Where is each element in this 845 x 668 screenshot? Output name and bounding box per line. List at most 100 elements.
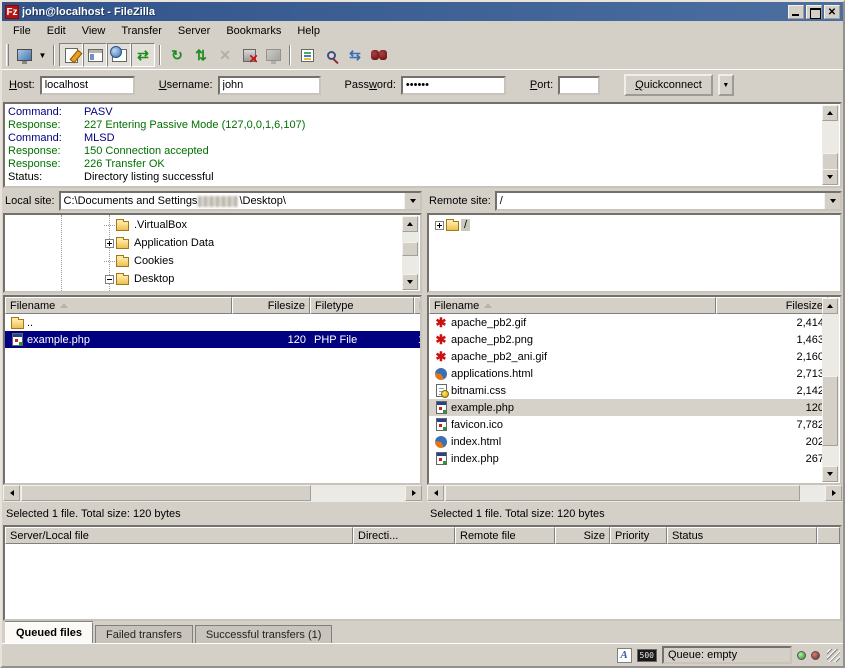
resize-grip[interactable] (827, 649, 840, 662)
quickconnect-button[interactable]: Quickconnect (624, 74, 713, 96)
port-field[interactable] (558, 76, 600, 95)
log-scrollbar[interactable] (822, 105, 839, 185)
column-header-Filetype[interactable]: Filetype (310, 297, 414, 314)
menu-bookmarks[interactable]: Bookmarks (218, 23, 289, 39)
chevron-down-icon[interactable] (824, 192, 841, 210)
column-header-Directi...[interactable]: Directi... (353, 527, 455, 544)
file-row[interactable]: index.php267 (429, 450, 828, 467)
process-queue-button[interactable]: ⇅ (189, 43, 213, 67)
scroll-thumb[interactable] (445, 485, 800, 501)
file-row[interactable]: example.php120PHP File1 (5, 331, 420, 348)
menu-transfer[interactable]: Transfer (113, 23, 170, 39)
host-field[interactable] (40, 76, 135, 95)
minimize-button[interactable] (788, 5, 804, 19)
reconnect-button[interactable] (261, 43, 285, 67)
local-status-text: Selected 1 file. Total size: 120 bytes (3, 504, 422, 523)
file-row[interactable]: favicon.ico7,782 (429, 416, 828, 433)
column-header-Status[interactable]: Status (667, 527, 817, 544)
scroll-down-icon[interactable] (822, 169, 838, 185)
local-tree-item[interactable]: Cookies (5, 252, 420, 270)
expand-plus-icon[interactable] (435, 221, 444, 230)
refresh-button[interactable]: ↻ (165, 43, 189, 67)
column-header-Filesize[interactable]: Filesize (716, 297, 828, 314)
expand-plus-icon[interactable] (105, 239, 114, 248)
menu-file[interactable]: File (5, 23, 39, 39)
file-row[interactable]: example.php120 (429, 399, 828, 416)
column-header-Filename[interactable]: Filename (429, 297, 716, 314)
menu-edit[interactable]: Edit (39, 23, 74, 39)
remote-list-scrollbar[interactable] (822, 298, 839, 482)
scroll-up-icon[interactable] (822, 298, 838, 314)
toggle-transfer-queue-button[interactable]: ⇄ (131, 43, 155, 67)
toggle-message-log-button[interactable] (59, 43, 83, 67)
local-tree-item[interactable]: Desktop (5, 270, 420, 288)
scroll-thumb[interactable] (21, 485, 311, 501)
column-header-Filename[interactable]: Filename (5, 297, 232, 314)
toggle-local-tree-button[interactable] (83, 43, 107, 67)
local-site-combo[interactable]: C:\Documents and Settings\Desktop\ (59, 191, 422, 211)
quickconnect-dropdown[interactable]: ▼ (718, 74, 734, 96)
log-line-text: 227 Entering Passive Mode (127,0,0,1,6,1… (84, 119, 305, 132)
remote-horizontal-scrollbar[interactable] (427, 485, 842, 502)
column-header-Server/Local file[interactable]: Server/Local file (5, 527, 353, 544)
local-tree-item[interactable]: .VirtualBox (5, 216, 420, 234)
collapse-minus-icon[interactable] (105, 275, 114, 284)
site-manager-dropdown[interactable]: ▼ (36, 44, 49, 66)
password-field[interactable] (401, 76, 506, 95)
file-row[interactable]: apache_pb2.png1,463 (429, 331, 828, 348)
column-header-L[interactable]: L (414, 297, 422, 314)
column-header-Size[interactable]: Size (555, 527, 610, 544)
cancel-operation-button[interactable]: ✕ (213, 43, 237, 67)
file-row[interactable]: .. (5, 314, 420, 331)
close-button[interactable] (824, 5, 840, 19)
speed-limit-icon[interactable]: 500 (637, 649, 657, 662)
redacted-username (198, 196, 238, 207)
site-manager-icon (17, 49, 32, 61)
scroll-right-icon[interactable] (405, 485, 422, 501)
filename-cell: .. (5, 315, 232, 330)
image-file-icon (433, 332, 449, 347)
menu-server[interactable]: Server (170, 23, 218, 39)
file-row[interactable]: index.html202 (429, 433, 828, 450)
tab-failed[interactable]: Failed transfers (95, 625, 193, 643)
file-row[interactable]: applications.html2,713 (429, 365, 828, 382)
tree-item-label: Application Data (131, 237, 217, 249)
remote-site-combo[interactable]: / (495, 191, 842, 211)
column-header-Filesize[interactable]: Filesize (232, 297, 310, 314)
disconnect-button[interactable] (237, 43, 261, 67)
tab-queued[interactable]: Queued files (5, 622, 93, 643)
folder-icon (446, 221, 459, 231)
scroll-thumb[interactable] (822, 376, 838, 446)
site-manager-button[interactable] (12, 43, 36, 67)
find-files-button[interactable] (367, 43, 391, 67)
chevron-down-icon[interactable] (404, 192, 421, 210)
local-tree-item[interactable]: Application Data (5, 234, 420, 252)
synchronized-browsing-button[interactable]: ⇆ (343, 43, 367, 67)
column-header-Priority[interactable]: Priority (610, 527, 667, 544)
column-header-label: Directi... (358, 530, 398, 542)
local-horizontal-scrollbar[interactable] (3, 485, 422, 502)
transfer-type-ascii-icon[interactable]: A (617, 648, 632, 663)
log-line: Response:226 Transfer OK (8, 158, 820, 171)
menu-view[interactable]: View (74, 23, 114, 39)
log-line-label: Status: (8, 171, 84, 184)
column-header-blank[interactable] (817, 527, 840, 544)
maximize-button[interactable] (806, 5, 822, 19)
tab-successful[interactable]: Successful transfers (1) (195, 625, 333, 643)
scroll-left-icon[interactable] (3, 485, 20, 501)
remote-tree-item[interactable]: / (429, 216, 840, 234)
menu-help[interactable]: Help (289, 23, 328, 39)
file-row[interactable]: bitnami.css2,142 (429, 382, 828, 399)
toggle-remote-tree-button[interactable] (107, 43, 131, 67)
username-field[interactable] (218, 76, 321, 95)
queue-tabs: Queued filesFailed transfersSuccessful t… (2, 621, 843, 643)
file-row[interactable]: apache_pb2_ani.gif2,160 (429, 348, 828, 365)
scroll-up-icon[interactable] (822, 105, 838, 121)
file-row[interactable]: apache_pb2.gif2,414 (429, 314, 828, 331)
scroll-right-icon[interactable] (825, 485, 842, 501)
scroll-left-icon[interactable] (427, 485, 444, 501)
filename-filters-button[interactable] (295, 43, 319, 67)
column-header-Remote file[interactable]: Remote file (455, 527, 555, 544)
directory-comparison-button[interactable] (319, 43, 343, 67)
scroll-down-icon[interactable] (822, 466, 838, 482)
